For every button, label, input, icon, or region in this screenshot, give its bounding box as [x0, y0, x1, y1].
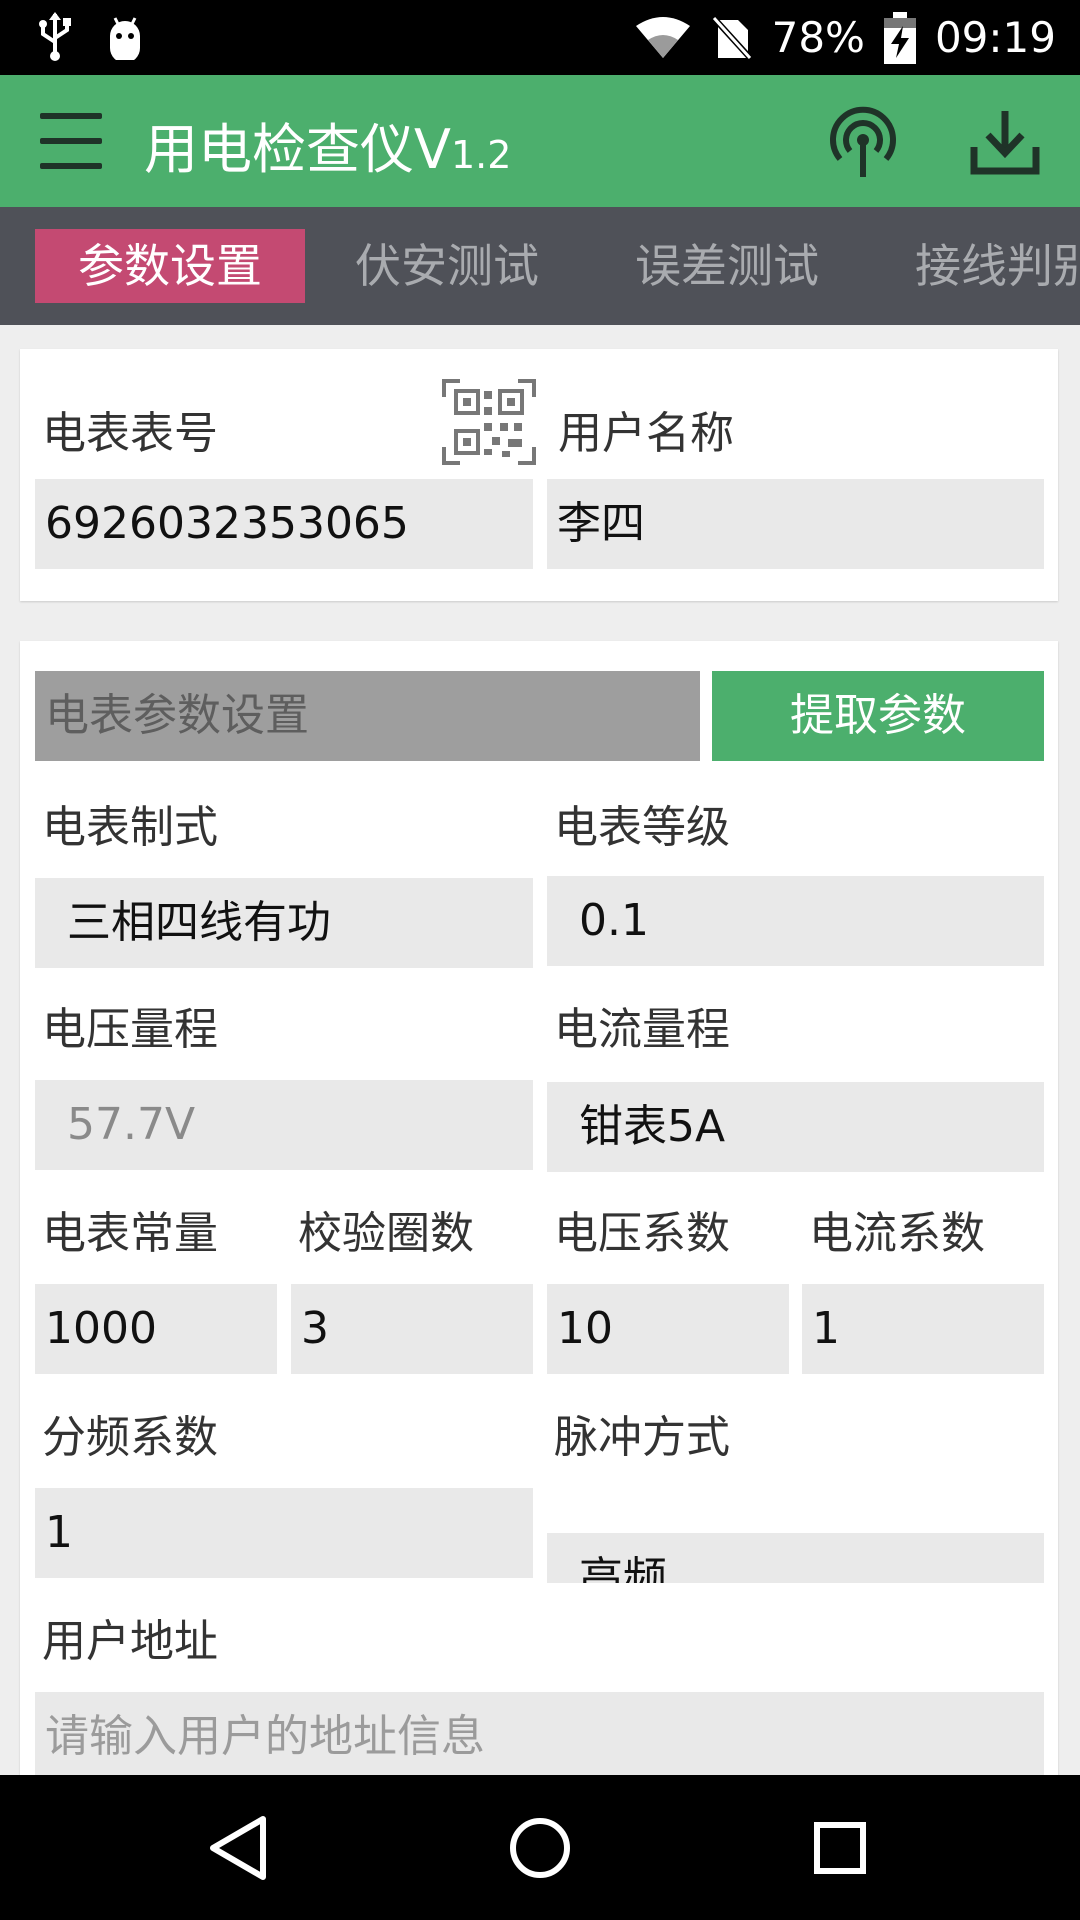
qr-code-icon[interactable] — [442, 379, 536, 465]
recents-icon[interactable] — [805, 1813, 875, 1883]
freq-div-label: 分频系数 — [42, 1412, 218, 1463]
android-debug-icon — [110, 17, 140, 60]
current-coef-label: 电流系数 — [809, 1208, 985, 1259]
app-title-text: 用电检查仪V — [144, 118, 451, 181]
pulse-mode-select[interactable]: 高频 — [547, 1533, 1044, 1583]
current-range-select[interactable]: 钳表5A — [547, 1082, 1044, 1172]
voltage-coef-input[interactable]: 10 — [547, 1284, 789, 1374]
user-name-label: 用户名称 — [558, 408, 734, 459]
meter-params-card: 电表参数设置 提取参数 电表制式 电表等级 三相四线有功 0.1 电压量程 电流… — [20, 641, 1058, 1801]
app-bar: 用电检查仪V1.2 — [0, 75, 1080, 207]
tab-error-test[interactable]: 误差测试 — [635, 229, 819, 303]
tab-bar: 参数设置 伏安测试 误差测试 接线判别 — [0, 207, 1080, 325]
meter-class-select[interactable]: 0.1 — [547, 876, 1044, 966]
clock: 09:19 — [934, 13, 1056, 62]
status-bar: 78% 09:19 — [0, 0, 1080, 75]
check-turns-label: 校验圈数 — [298, 1208, 474, 1259]
meter-constant-input[interactable]: 1000 — [35, 1284, 277, 1374]
voltage-range-select[interactable]: 57.7V — [35, 1080, 533, 1170]
meter-constant-label: 电表常量 — [42, 1208, 218, 1259]
extract-params-button[interactable]: 提取参数 — [712, 671, 1044, 761]
voltage-range-label: 电压量程 — [42, 1004, 218, 1055]
menu-icon[interactable] — [40, 113, 102, 169]
current-range-label: 电流量程 — [554, 1004, 730, 1055]
meter-system-label: 电表制式 — [42, 802, 218, 853]
freq-div-input[interactable]: 1 — [35, 1488, 533, 1578]
tab-params[interactable]: 参数设置 — [35, 229, 305, 303]
user-name-input[interactable]: 李四 — [547, 479, 1044, 569]
download-icon[interactable] — [968, 107, 1042, 177]
app-title: 用电检查仪V1.2 — [144, 105, 511, 184]
current-coef-input[interactable]: 1 — [802, 1284, 1044, 1374]
check-turns-input[interactable]: 3 — [291, 1284, 533, 1374]
meter-system-select[interactable]: 三相四线有功 — [35, 878, 533, 968]
nav-bar — [0, 1775, 1080, 1920]
battery-charging-icon — [883, 11, 916, 64]
no-sim-icon — [709, 13, 754, 62]
tab-wiring[interactable]: 接线判别 — [915, 229, 1080, 303]
meter-class-label: 电表等级 — [554, 802, 730, 853]
app-version: 1.2 — [450, 133, 512, 177]
back-icon[interactable] — [205, 1813, 275, 1883]
address-input[interactable]: 请输入用户的地址信息 — [35, 1692, 1044, 1782]
meter-info-card: 电表表号 用户名称 6926032353065 李四 — [20, 349, 1058, 601]
battery-level: 78% — [771, 13, 865, 62]
pulse-mode-label: 脉冲方式 — [554, 1412, 730, 1463]
usb-icon — [39, 12, 71, 61]
signal-antenna-icon[interactable] — [826, 105, 900, 179]
meter-no-label: 电表表号 — [42, 408, 218, 459]
home-icon[interactable] — [505, 1813, 575, 1883]
wifi-icon — [635, 16, 690, 58]
address-label: 用户地址 — [42, 1616, 218, 1667]
voltage-coef-label: 电压系数 — [554, 1208, 730, 1259]
section-title: 电表参数设置 — [35, 671, 700, 761]
meter-no-input[interactable]: 6926032353065 — [35, 479, 533, 569]
tab-volt-ampere[interactable]: 伏安测试 — [355, 229, 539, 303]
